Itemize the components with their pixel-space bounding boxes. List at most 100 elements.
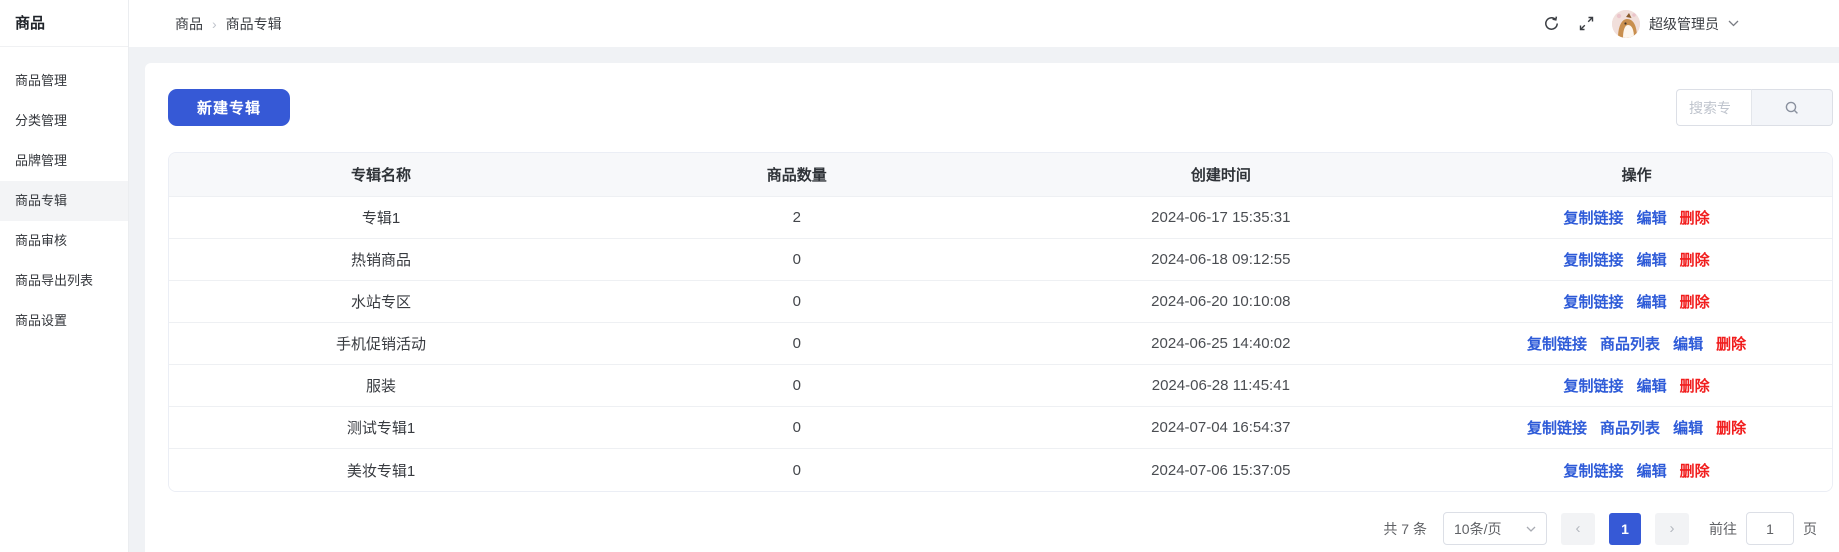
pagination: 共 7 条 10条/页 ‹ 1 › 前往 页: [168, 512, 1833, 545]
action-link[interactable]: 商品列表: [1600, 417, 1660, 438]
goods-count-cell: 0: [593, 419, 1000, 436]
table-row: 手机促销活动02024-06-25 14:40:02复制链接商品列表编辑删除: [169, 323, 1832, 365]
actions-cell: 复制链接商品列表编辑删除: [1441, 417, 1832, 438]
album-name-cell: 服装: [169, 375, 593, 396]
album-name-cell: 手机促销活动: [169, 333, 593, 354]
delete-link[interactable]: 删除: [1680, 375, 1710, 396]
delete-link[interactable]: 删除: [1680, 249, 1710, 270]
delete-link[interactable]: 删除: [1680, 291, 1710, 312]
action-link[interactable]: 复制链接: [1564, 249, 1624, 270]
action-link[interactable]: 编辑: [1673, 333, 1703, 354]
action-link[interactable]: 商品列表: [1600, 333, 1660, 354]
prev-page-button[interactable]: ‹: [1561, 513, 1595, 545]
delete-link[interactable]: 删除: [1680, 207, 1710, 228]
action-link[interactable]: 复制链接: [1564, 460, 1624, 481]
delete-link[interactable]: 删除: [1680, 460, 1710, 481]
breadcrumb: 商品 › 商品专辑: [129, 14, 282, 34]
toolbar: 新建专辑: [168, 89, 1833, 126]
sidebar-item[interactable]: 商品设置: [0, 301, 128, 341]
delete-link[interactable]: 删除: [1716, 417, 1746, 438]
created-time-cell: 2024-06-28 11:45:41: [1000, 377, 1441, 394]
created-time-cell: 2024-07-04 16:54:37: [1000, 419, 1441, 436]
breadcrumb-item-goods[interactable]: 商品: [175, 14, 203, 34]
goto-page-input[interactable]: [1746, 512, 1794, 545]
created-time-cell: 2024-06-25 14:40:02: [1000, 335, 1441, 352]
create-album-button[interactable]: 新建专辑: [168, 89, 290, 126]
actions-cell: 复制链接编辑删除: [1441, 207, 1832, 228]
user-name: 超级管理员: [1649, 14, 1719, 34]
action-link[interactable]: 编辑: [1637, 207, 1667, 228]
top-bar: 商品 › 商品专辑: [129, 0, 1839, 47]
action-link[interactable]: 编辑: [1637, 375, 1667, 396]
goto-page: 前往 页: [1709, 512, 1817, 545]
fullscreen-icon[interactable]: [1577, 15, 1595, 33]
next-page-button[interactable]: ›: [1655, 513, 1689, 545]
action-link[interactable]: 复制链接: [1564, 291, 1624, 312]
sidebar-item[interactable]: 分类管理: [0, 101, 128, 141]
current-page-button[interactable]: 1: [1609, 513, 1641, 545]
album-name-cell: 水站专区: [169, 291, 593, 312]
user-menu[interactable]: 超级管理员: [1612, 10, 1739, 38]
goods-count-cell: 0: [593, 293, 1000, 310]
table-row: 美妆专辑102024-07-06 15:37:05复制链接编辑删除: [169, 449, 1832, 491]
action-link[interactable]: 复制链接: [1564, 375, 1624, 396]
actions-cell: 复制链接编辑删除: [1441, 291, 1832, 312]
action-link[interactable]: 编辑: [1637, 249, 1667, 270]
sidebar-item[interactable]: 商品导出列表: [0, 261, 128, 301]
goods-count-cell: 0: [593, 377, 1000, 394]
album-name-cell: 热销商品: [169, 249, 593, 270]
search-icon: [1784, 100, 1800, 116]
sidebar-item[interactable]: 商品管理: [0, 61, 128, 101]
pagination-total: 共 7 条: [1383, 519, 1427, 539]
album-table: 专辑名称 商品数量 创建时间 操作 专辑122024-06-17 15:35:3…: [168, 152, 1833, 492]
table-header-row: 专辑名称 商品数量 创建时间 操作: [169, 153, 1832, 197]
created-time-cell: 2024-06-20 10:10:08: [1000, 293, 1441, 310]
sidebar-item[interactable]: 品牌管理: [0, 141, 128, 181]
created-time-cell: 2024-06-18 09:12:55: [1000, 251, 1441, 268]
table-row: 服装02024-06-28 11:45:41 复制链接编辑删除: [169, 365, 1832, 407]
column-header-created: 创建时间: [1000, 164, 1441, 185]
created-time-cell: 2024-06-17 15:35:31: [1000, 209, 1441, 226]
content-area: 新建专辑 专辑名称 商品数量 创建时间 操作 专辑122024-06-17 15…: [129, 47, 1839, 552]
page-size-value: 10条/页: [1454, 519, 1501, 539]
action-link[interactable]: 复制链接: [1527, 333, 1587, 354]
goods-count-cell: 0: [593, 462, 1000, 479]
created-time-cell: 2024-07-06 15:37:05: [1000, 462, 1441, 479]
album-name-cell: 美妆专辑1: [169, 460, 593, 481]
action-link[interactable]: 编辑: [1637, 460, 1667, 481]
column-header-name: 专辑名称: [169, 164, 593, 185]
goods-count-cell: 0: [593, 335, 1000, 352]
table-row: 热销商品02024-06-18 09:12:55复制链接编辑删除: [169, 239, 1832, 281]
sidebar-item[interactable]: 商品审核: [0, 221, 128, 261]
sidebar-item[interactable]: 商品专辑: [0, 181, 128, 221]
column-header-actions: 操作: [1441, 164, 1832, 185]
breadcrumb-separator-icon: ›: [212, 16, 217, 32]
search-input[interactable]: [1676, 89, 1751, 126]
action-link[interactable]: 复制链接: [1527, 417, 1587, 438]
actions-cell: 复制链接编辑删除: [1441, 249, 1832, 270]
sidebar-menu: 商品管理分类管理品牌管理商品专辑商品审核商品导出列表商品设置: [0, 47, 128, 341]
table-body: 专辑122024-06-17 15:35:31复制链接编辑删除热销商品02024…: [169, 197, 1832, 491]
avatar: [1612, 10, 1640, 38]
goto-suffix: 页: [1803, 519, 1817, 539]
delete-link[interactable]: 删除: [1716, 333, 1746, 354]
actions-cell: 复制链接商品列表编辑删除: [1441, 333, 1832, 354]
action-link[interactable]: 编辑: [1673, 417, 1703, 438]
action-link[interactable]: 复制链接: [1564, 207, 1624, 228]
search-box: [1676, 89, 1833, 126]
action-link[interactable]: 编辑: [1637, 291, 1667, 312]
actions-cell: 复制链接编辑删除: [1441, 460, 1832, 481]
table-row: 测试专辑102024-07-04 16:54:37复制链接商品列表编辑删除: [169, 407, 1832, 449]
goods-count-cell: 2: [593, 209, 1000, 226]
table-row: 专辑122024-06-17 15:35:31复制链接编辑删除: [169, 197, 1832, 239]
topbar-actions: 超级管理员: [1542, 10, 1839, 38]
refresh-icon[interactable]: [1542, 15, 1560, 33]
sidebar: 商品 商品管理分类管理品牌管理商品专辑商品审核商品导出列表商品设置: [0, 0, 129, 552]
chevron-down-icon: [1728, 20, 1739, 27]
breadcrumb-item-album: 商品专辑: [226, 14, 282, 34]
content-card: 新建专辑 专辑名称 商品数量 创建时间 操作 专辑122024-06-17 15…: [145, 63, 1839, 552]
page-size-select[interactable]: 10条/页: [1443, 512, 1547, 545]
chevron-down-icon: [1526, 526, 1536, 532]
search-button[interactable]: [1751, 89, 1833, 126]
album-name-cell: 专辑1: [169, 207, 593, 228]
